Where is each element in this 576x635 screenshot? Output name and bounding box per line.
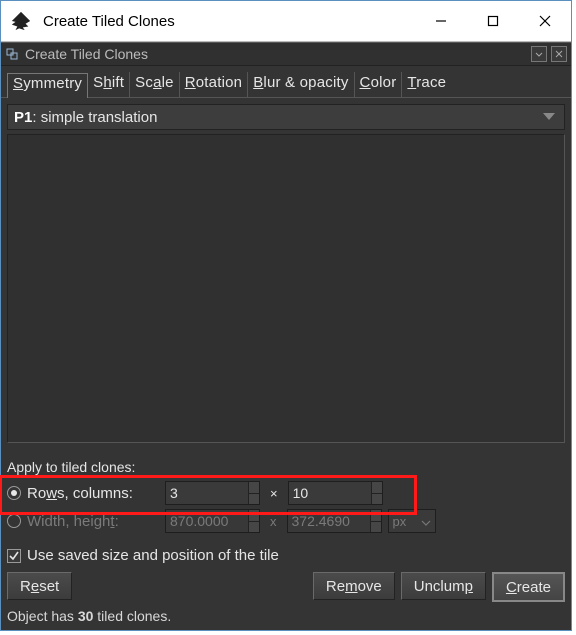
width-input: 870.0000 bbox=[165, 509, 260, 533]
dock-iconify-button[interactable] bbox=[531, 46, 547, 62]
width-height-label: Width, height: bbox=[27, 513, 159, 530]
minimize-button[interactable] bbox=[415, 1, 467, 41]
use-saved-label: Use saved size and position of the tile bbox=[27, 547, 279, 564]
unit-value: px bbox=[389, 514, 421, 529]
use-saved-checkbox[interactable] bbox=[7, 549, 21, 563]
width-value: 870.0000 bbox=[166, 510, 248, 532]
symmetry-group-select[interactable]: P1: simple translation bbox=[7, 104, 565, 130]
status-prefix: Object has bbox=[7, 608, 78, 624]
dialog-clones-icon bbox=[5, 47, 19, 61]
close-button[interactable] bbox=[519, 1, 571, 41]
tab-blur-opacity[interactable]: Blur & opacity bbox=[248, 72, 354, 97]
chevron-down-icon bbox=[540, 113, 558, 121]
option-width-height: Width, height: 870.0000 x 372.4690 px bbox=[7, 507, 565, 535]
window-title: Create Tiled Clones bbox=[43, 13, 415, 30]
tiled-clones-window: Create Tiled Clones Create Tiled Clones bbox=[0, 0, 572, 631]
tab-color[interactable]: Color bbox=[355, 72, 403, 97]
height-stepper bbox=[370, 510, 381, 532]
use-saved-row: Use saved size and position of the tile bbox=[1, 541, 571, 572]
radio-rows-columns[interactable] bbox=[7, 486, 21, 500]
button-bar: Reset Remove Unclump Create bbox=[1, 572, 571, 606]
window-titlebar: Create Tiled Clones bbox=[1, 1, 571, 42]
tab-symmetry[interactable]: Symmetry bbox=[7, 73, 88, 98]
symmetry-group-code: P1 bbox=[14, 109, 32, 126]
height-input: 372.4690 bbox=[287, 509, 382, 533]
tab-rotation[interactable]: Rotation bbox=[180, 72, 248, 97]
unit-select: px bbox=[388, 509, 436, 533]
dock-header: Create Tiled Clones bbox=[1, 42, 571, 66]
tab-shift[interactable]: Shift bbox=[88, 72, 130, 97]
cols-stepper[interactable] bbox=[371, 482, 382, 504]
reset-button[interactable]: Reset bbox=[7, 572, 72, 600]
remove-button[interactable]: Remove bbox=[313, 572, 395, 600]
symmetry-group-label: : simple translation bbox=[32, 109, 157, 126]
rows-input[interactable]: 3 bbox=[165, 481, 260, 505]
apply-heading: Apply to tiled clones: bbox=[1, 449, 571, 479]
cols-input[interactable]: 10 bbox=[288, 481, 383, 505]
inkscape-app-icon bbox=[9, 9, 33, 33]
apply-options: Rows, columns: 3 × 10 Width, height: 870… bbox=[1, 479, 571, 541]
rows-columns-label: Rows, columns: bbox=[27, 485, 159, 502]
rows-value[interactable]: 3 bbox=[166, 482, 248, 504]
chevron-down-icon bbox=[421, 513, 435, 530]
rows-cols-multiply: × bbox=[266, 486, 282, 501]
tab-content: P1: simple translation bbox=[7, 104, 565, 443]
window-buttons bbox=[415, 1, 571, 41]
status-bar: Object has 30 tiled clones. bbox=[1, 606, 571, 630]
cols-value[interactable]: 10 bbox=[289, 482, 371, 504]
radio-width-height[interactable] bbox=[7, 514, 21, 528]
dock-close-button[interactable] bbox=[551, 46, 567, 62]
tab-trace[interactable]: Trace bbox=[402, 72, 451, 97]
rows-stepper[interactable] bbox=[248, 482, 259, 504]
option-rows-columns: Rows, columns: 3 × 10 bbox=[7, 479, 565, 507]
status-count: 30 bbox=[78, 608, 94, 624]
tab-scale[interactable]: Scale bbox=[130, 72, 180, 97]
symmetry-preview-area bbox=[7, 134, 565, 443]
tab-bar: Symmetry Shift Scale Rotation Blur & opa… bbox=[1, 66, 571, 98]
unclump-button[interactable]: Unclump bbox=[401, 572, 486, 600]
width-stepper bbox=[248, 510, 259, 532]
maximize-button[interactable] bbox=[467, 1, 519, 41]
width-height-multiply: x bbox=[266, 514, 281, 529]
status-suffix: tiled clones. bbox=[93, 608, 171, 624]
create-button[interactable]: Create bbox=[492, 572, 565, 602]
height-value: 372.4690 bbox=[288, 510, 370, 532]
dock-title: Create Tiled Clones bbox=[25, 46, 148, 62]
